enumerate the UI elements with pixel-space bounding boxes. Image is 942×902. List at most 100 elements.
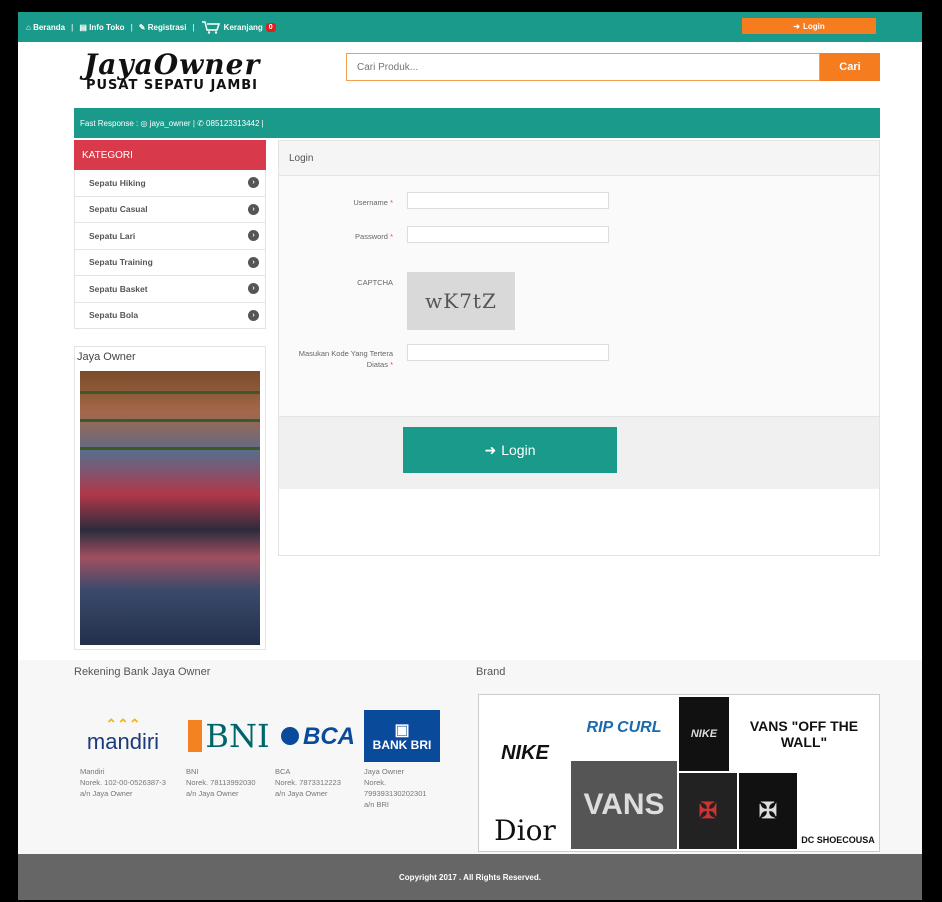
username-input[interactable] [407, 192, 609, 209]
footer-info: Rekening Bank Jaya Owner Brand ⌃⌃⌃ mandi… [18, 660, 922, 854]
bri-logo-text: BANK BRI [372, 737, 432, 752]
nav-keranjang[interactable]: Keranjang 0 [201, 20, 276, 34]
login-panel-footer: ➜ Login [279, 416, 879, 489]
bank-holder: a/n Jaya Owner [186, 789, 239, 798]
category-label: Sepatu Hiking [89, 177, 146, 188]
search-input[interactable] [346, 53, 820, 81]
category-item[interactable]: Sepatu Basket › [74, 276, 266, 303]
mandiri-logo-text: mandiri [86, 729, 160, 754]
required-mark: * [390, 232, 393, 241]
category-item[interactable]: Sepatu Hiking › [74, 170, 266, 197]
bank-section-title: Rekening Bank Jaya Owner [74, 666, 211, 678]
bank-account: Norek. 799393130202301 [364, 778, 427, 798]
brand-tile-ripcurl: RIP CURL [571, 697, 677, 759]
bank-account: Norek. 7873312223 [275, 778, 341, 787]
category-header: KATEGORI [74, 140, 266, 170]
bri-mark-icon: ▣ [394, 721, 410, 739]
nav-separator: | [192, 22, 195, 32]
brand-tile-vans: VANS [571, 761, 677, 849]
brand-tile-macbeth: ✠ [739, 773, 797, 849]
bni-mark-icon [188, 720, 203, 752]
category-item[interactable]: Sepatu Casual › [74, 196, 266, 223]
nav-separator: | [71, 22, 74, 32]
bca-logo: BCA [275, 710, 361, 762]
nav-keranjang-label: Keranjang [223, 22, 263, 32]
nav-beranda[interactable]: ⌂ Beranda [26, 23, 65, 32]
bni-logo-text: BNI [205, 716, 270, 755]
top-login-label: Login [802, 21, 825, 31]
username-label: Username * [279, 198, 393, 207]
brand-tile-dc: DC SHOECOUSA [799, 773, 877, 849]
bni-logo: BNI [186, 710, 272, 762]
chevron-right-icon: › [248, 230, 259, 242]
nav-registrasi[interactable]: ✎ Registrasi [139, 23, 187, 32]
search-button[interactable]: Cari [820, 53, 880, 81]
password-label-text: Password [355, 232, 388, 241]
store-shoe-photo [80, 371, 260, 645]
nav-separator: | [130, 22, 133, 32]
top-nav: ⌂ Beranda | ▤ Info Toko | ✎ Registrasi |… [26, 12, 276, 42]
bank-name: BCA [275, 767, 291, 776]
skull-icon: ✠ [698, 798, 718, 823]
brand-logo-collage: NIKE RIP CURL NIKE VANS "OFF THE WALL" V… [478, 694, 880, 852]
brand-tile-nike: NIKE [481, 697, 569, 809]
required-mark: * [390, 360, 393, 369]
store-photo-title: Jaya Owner [77, 351, 136, 363]
site-logo[interactable]: JayaOwner PUSAT SEPATU JAMBI [84, 48, 261, 94]
skull-icon: ✠ [758, 798, 778, 823]
bank-bca: BCA BCA Norek. 7873312223 a/n Jaya Owner [275, 710, 361, 799]
page-frame: ⌂ Beranda | ▤ Info Toko | ✎ Registrasi |… [18, 12, 922, 900]
captcha-code-label-line1: Masukan Kode Yang Tertera [298, 349, 393, 358]
password-input[interactable] [407, 226, 609, 243]
captcha-label: CAPTCHA [357, 278, 393, 287]
copyright-footer: Copyright 2017 . All Rights Reserved. [18, 854, 922, 900]
login-submit-label: Login [501, 442, 536, 458]
bank-account: Norek. 102-00-0526387-3 [80, 778, 166, 787]
login-submit-button[interactable]: ➜ Login [403, 427, 617, 473]
category-item[interactable]: Sepatu Bola › [74, 302, 266, 329]
top-login-button[interactable]: ➜ Login [742, 18, 876, 34]
shelf-line [80, 447, 260, 450]
bank-holder: a/n BRI [364, 800, 390, 809]
cart-count-badge: 0 [265, 22, 276, 32]
category-list: Sepatu Hiking › Sepatu Casual › Sepatu Lar… [74, 170, 266, 329]
fast-response-bar: Fast Response : ◎ jaya_owner | ✆ 0851233… [74, 108, 880, 138]
sign-in-icon: ➜ [484, 441, 497, 458]
category-label: Sepatu Bola [89, 310, 139, 321]
bank-account: Norek. 78113992030 [186, 778, 256, 787]
required-mark: * [390, 198, 393, 207]
category-item[interactable]: Sepatu Lari › [74, 223, 266, 250]
bank-mandiri: ⌃⌃⌃ mandiri Mandiri Norek. 102-00-052638… [80, 710, 166, 799]
username-label-text: Username [353, 198, 388, 207]
login-panel: Login Username * Password * CAPTCHA wK7t… [278, 140, 880, 556]
home-icon: ⌂ [26, 22, 31, 32]
nav-info-toko[interactable]: ▤ Info Toko [79, 23, 124, 32]
brand-tile-dior: Dior [481, 811, 569, 849]
captcha-image: wK7tZ [407, 272, 515, 330]
login-form: Username * Password * CAPTCHA wK7tZ Masu… [279, 176, 879, 416]
brand-tile-vans-offthewall: VANS "OFF THE WALL" [731, 697, 877, 771]
bri-logo: ▣ BANK BRI [364, 710, 440, 762]
chevron-right-icon: › [248, 203, 259, 215]
chevron-right-icon: › [248, 309, 259, 321]
logo-sub-text: PUSAT SEPATU JAMBI [85, 78, 259, 93]
shelf-line [80, 391, 260, 394]
bca-mark-icon [281, 727, 299, 745]
chevron-right-icon: › [248, 177, 259, 189]
sign-in-icon: ➜ [793, 21, 800, 31]
captcha-code-label: Masukan Kode Yang Tertera Diatas * [279, 348, 393, 370]
top-navbar: ⌂ Beranda | ▤ Info Toko | ✎ Registrasi |… [18, 12, 922, 42]
edit-icon: ✎ [138, 22, 146, 32]
chevron-right-icon: › [248, 283, 259, 295]
brand-section-title: Brand [476, 666, 506, 678]
bank-holder: a/n Jaya Owner [80, 789, 133, 798]
store-icon: ▤ [79, 22, 87, 32]
captcha-code-input[interactable] [407, 344, 609, 361]
category-label: Sepatu Lari [89, 230, 136, 241]
brand-tile-skull-art: ✠ [679, 773, 737, 849]
category-item[interactable]: Sepatu Training › [74, 249, 266, 276]
logo-main-text: JayaOwner [84, 48, 261, 81]
bank-name: Mandiri [80, 767, 105, 776]
category-label: Sepatu Casual [89, 204, 148, 215]
bank-name: Jaya Owner [364, 767, 405, 776]
